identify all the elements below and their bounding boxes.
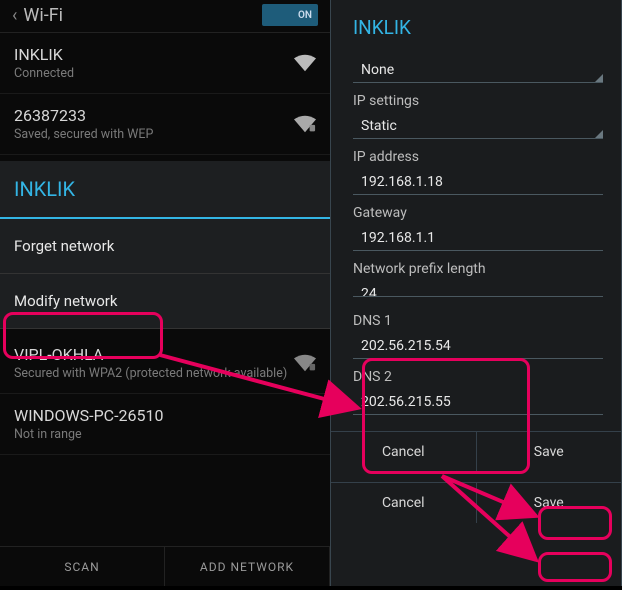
- ip-address-input[interactable]: 192.168.1.18: [353, 169, 603, 195]
- security-select[interactable]: None: [353, 57, 603, 83]
- ip-settings-select[interactable]: Static: [353, 113, 603, 139]
- modify-network-item[interactable]: Modify network: [0, 274, 330, 329]
- dns2-label: DNS 2: [353, 369, 603, 385]
- save-button[interactable]: Save: [476, 483, 622, 523]
- add-network-button[interactable]: ADD NETWORK: [165, 547, 330, 586]
- wifi-bottom-bar: SCAN ADD NETWORK: [0, 546, 330, 586]
- dialog-actions: Cancel Save: [331, 431, 621, 472]
- modify-dialog-title: INKLIK: [331, 0, 621, 53]
- wifi-signal-icon: [294, 54, 316, 72]
- dns1-label: DNS 1: [353, 313, 603, 329]
- prefix-length-input[interactable]: 24: [353, 281, 603, 297]
- dialog-actions-duplicate: Cancel Save: [331, 482, 621, 523]
- ip-settings-label: IP settings: [353, 93, 603, 109]
- save-button[interactable]: Save: [476, 432, 622, 472]
- scan-button[interactable]: SCAN: [0, 547, 165, 586]
- network-name: INKLIK: [14, 45, 294, 64]
- modify-network-panel: INKLIK None IP settings Static IP addres…: [330, 0, 622, 586]
- dns2-input[interactable]: 202.56.215.55: [353, 389, 603, 415]
- network-item[interactable]: VIPL-OKHLA Secured with WPA2 (protected …: [0, 329, 330, 394]
- wifi-toggle[interactable]: ON: [262, 4, 318, 26]
- cancel-button[interactable]: Cancel: [331, 432, 476, 472]
- wifi-signal-secured-icon: [294, 354, 316, 372]
- network-status: Connected: [14, 66, 294, 81]
- network-name: VIPL-OKHLA: [14, 345, 294, 364]
- wifi-signal-secured-icon: [294, 115, 316, 133]
- prefix-length-label: Network prefix length: [353, 261, 603, 277]
- wifi-header: ‹ Wi-Fi ON: [0, 0, 330, 33]
- ip-address-label: IP address: [353, 149, 603, 165]
- gateway-label: Gateway: [353, 205, 603, 221]
- network-name: WINDOWS-PC-26510: [14, 406, 316, 425]
- network-item[interactable]: 26387233 Saved, secured with WEP: [0, 94, 330, 155]
- wifi-title: Wi-Fi: [23, 5, 262, 26]
- network-status: Not in range: [14, 427, 316, 442]
- network-status: Secured with WPA2 (protected network ava…: [14, 366, 294, 381]
- back-icon[interactable]: ‹: [12, 5, 17, 26]
- dialog-title: INKLIK: [0, 161, 330, 219]
- network-name: 26387233: [14, 106, 294, 125]
- dns1-input[interactable]: 202.56.215.54: [353, 333, 603, 359]
- network-item[interactable]: INKLIK Connected: [0, 33, 330, 94]
- network-item[interactable]: WINDOWS-PC-26510 Not in range: [0, 394, 330, 455]
- wifi-list-panel: ‹ Wi-Fi ON INKLIK Connected 26387233 Sav…: [0, 0, 330, 586]
- network-status: Saved, secured with WEP: [14, 127, 294, 142]
- network-context-dialog: INKLIK Forget network Modify network: [0, 161, 330, 329]
- gateway-input[interactable]: 192.168.1.1: [353, 225, 603, 251]
- cancel-button[interactable]: Cancel: [331, 483, 476, 523]
- forget-network-item[interactable]: Forget network: [0, 219, 330, 274]
